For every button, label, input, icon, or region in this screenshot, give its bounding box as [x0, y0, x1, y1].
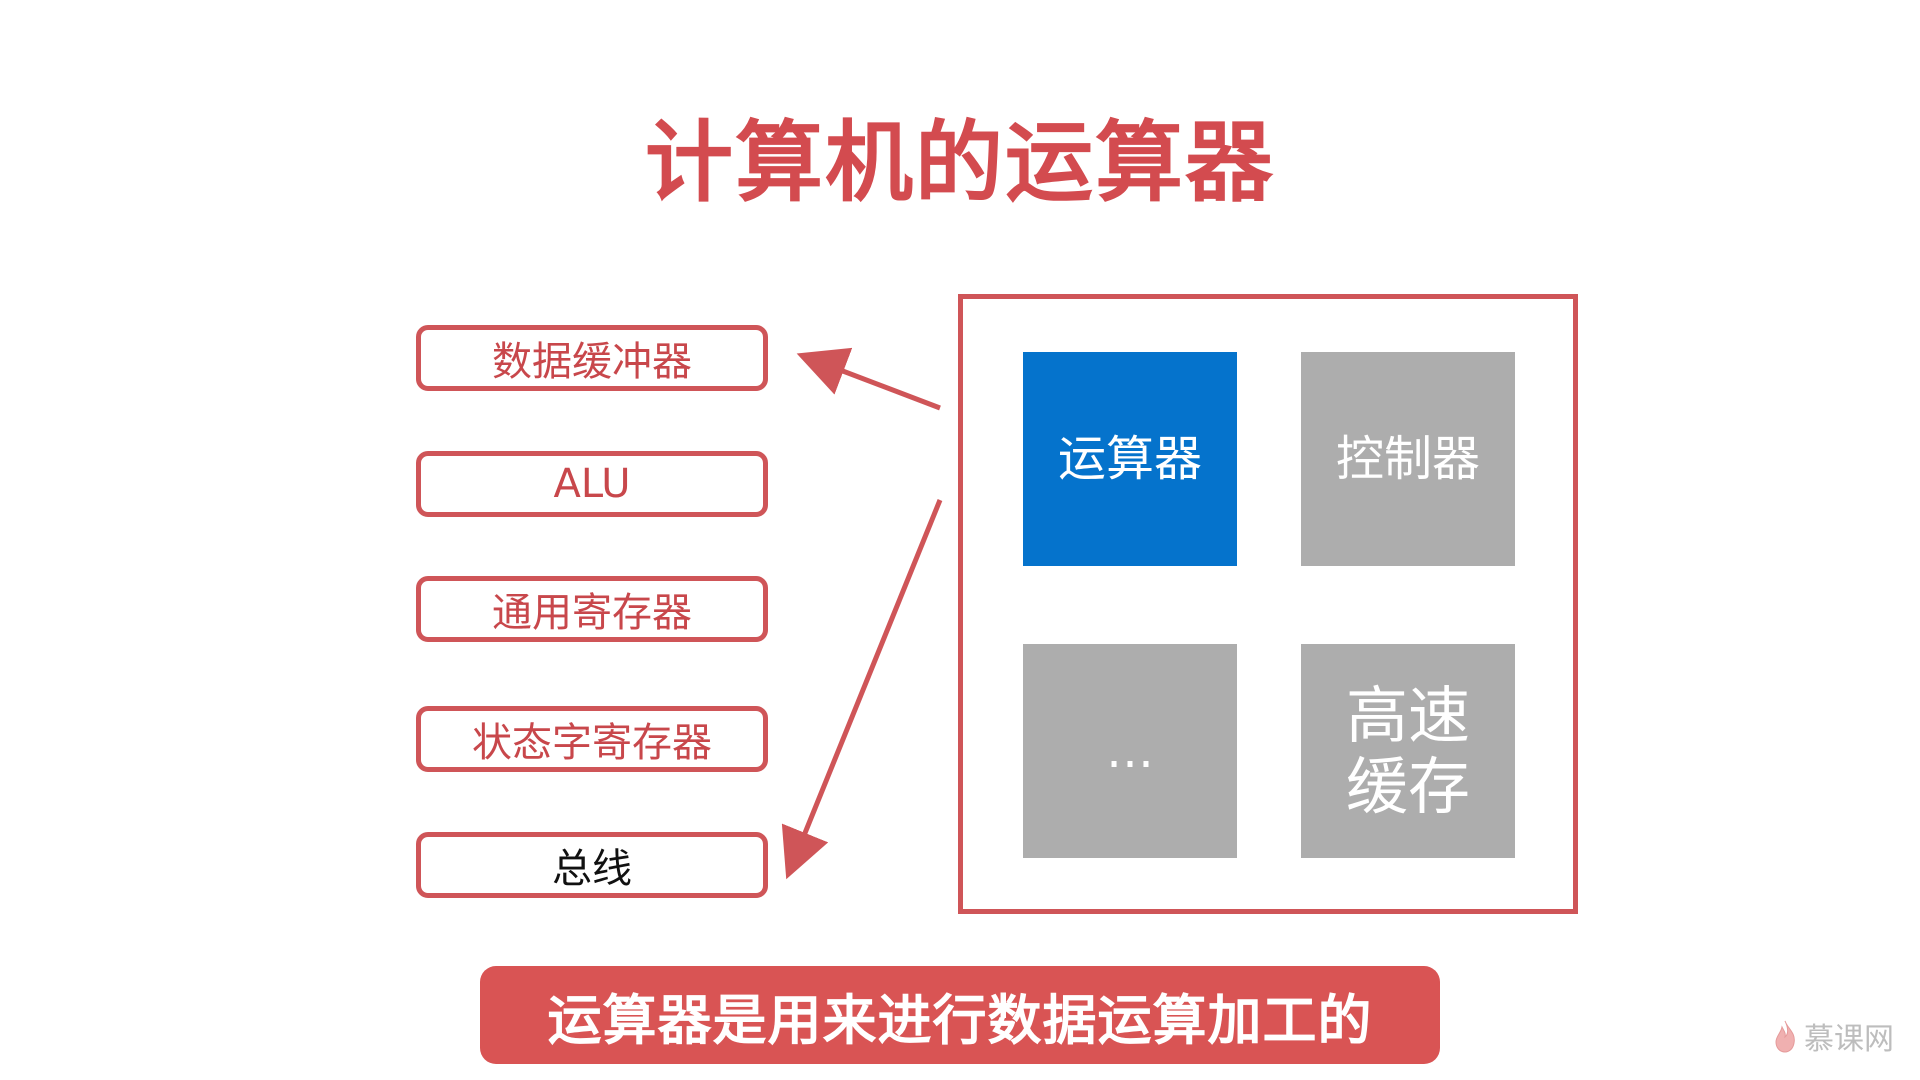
tile-alu-unit: 运算器	[1023, 352, 1237, 566]
arrow-to-bus	[781, 499, 943, 880]
tile-ellipsis: …	[1023, 644, 1237, 858]
tile-cache-line1: 高速	[1345, 678, 1470, 752]
tile-control-unit: 控制器	[1301, 352, 1515, 566]
watermark-text: 慕课网	[1804, 1022, 1894, 1057]
slide: 计算机的运算器 数据缓冲器 ALU 通用寄存器 状态字寄存器 总线 运算器 控制…	[0, 0, 1920, 1080]
summary-banner: 运算器是用来进行数据运算加工的	[480, 966, 1440, 1064]
item-alu: ALU	[416, 451, 768, 517]
item-data-buffer: 数据缓冲器	[416, 325, 768, 391]
arrow-to-data-buffer	[796, 347, 941, 411]
watermark: 慕课网	[1772, 1014, 1894, 1058]
page-title: 计算机的运算器	[644, 111, 1275, 214]
tile-cache: 高速 缓存	[1301, 644, 1515, 858]
item-general-register: 通用寄存器	[416, 576, 768, 642]
cpu-frame: 运算器 控制器 … 高速 缓存	[958, 294, 1578, 914]
item-bus: 总线	[416, 832, 768, 898]
flame-icon	[1775, 1020, 1795, 1053]
tile-cache-line2: 缓存	[1345, 750, 1470, 823]
item-status-register: 状态字寄存器	[416, 706, 768, 772]
